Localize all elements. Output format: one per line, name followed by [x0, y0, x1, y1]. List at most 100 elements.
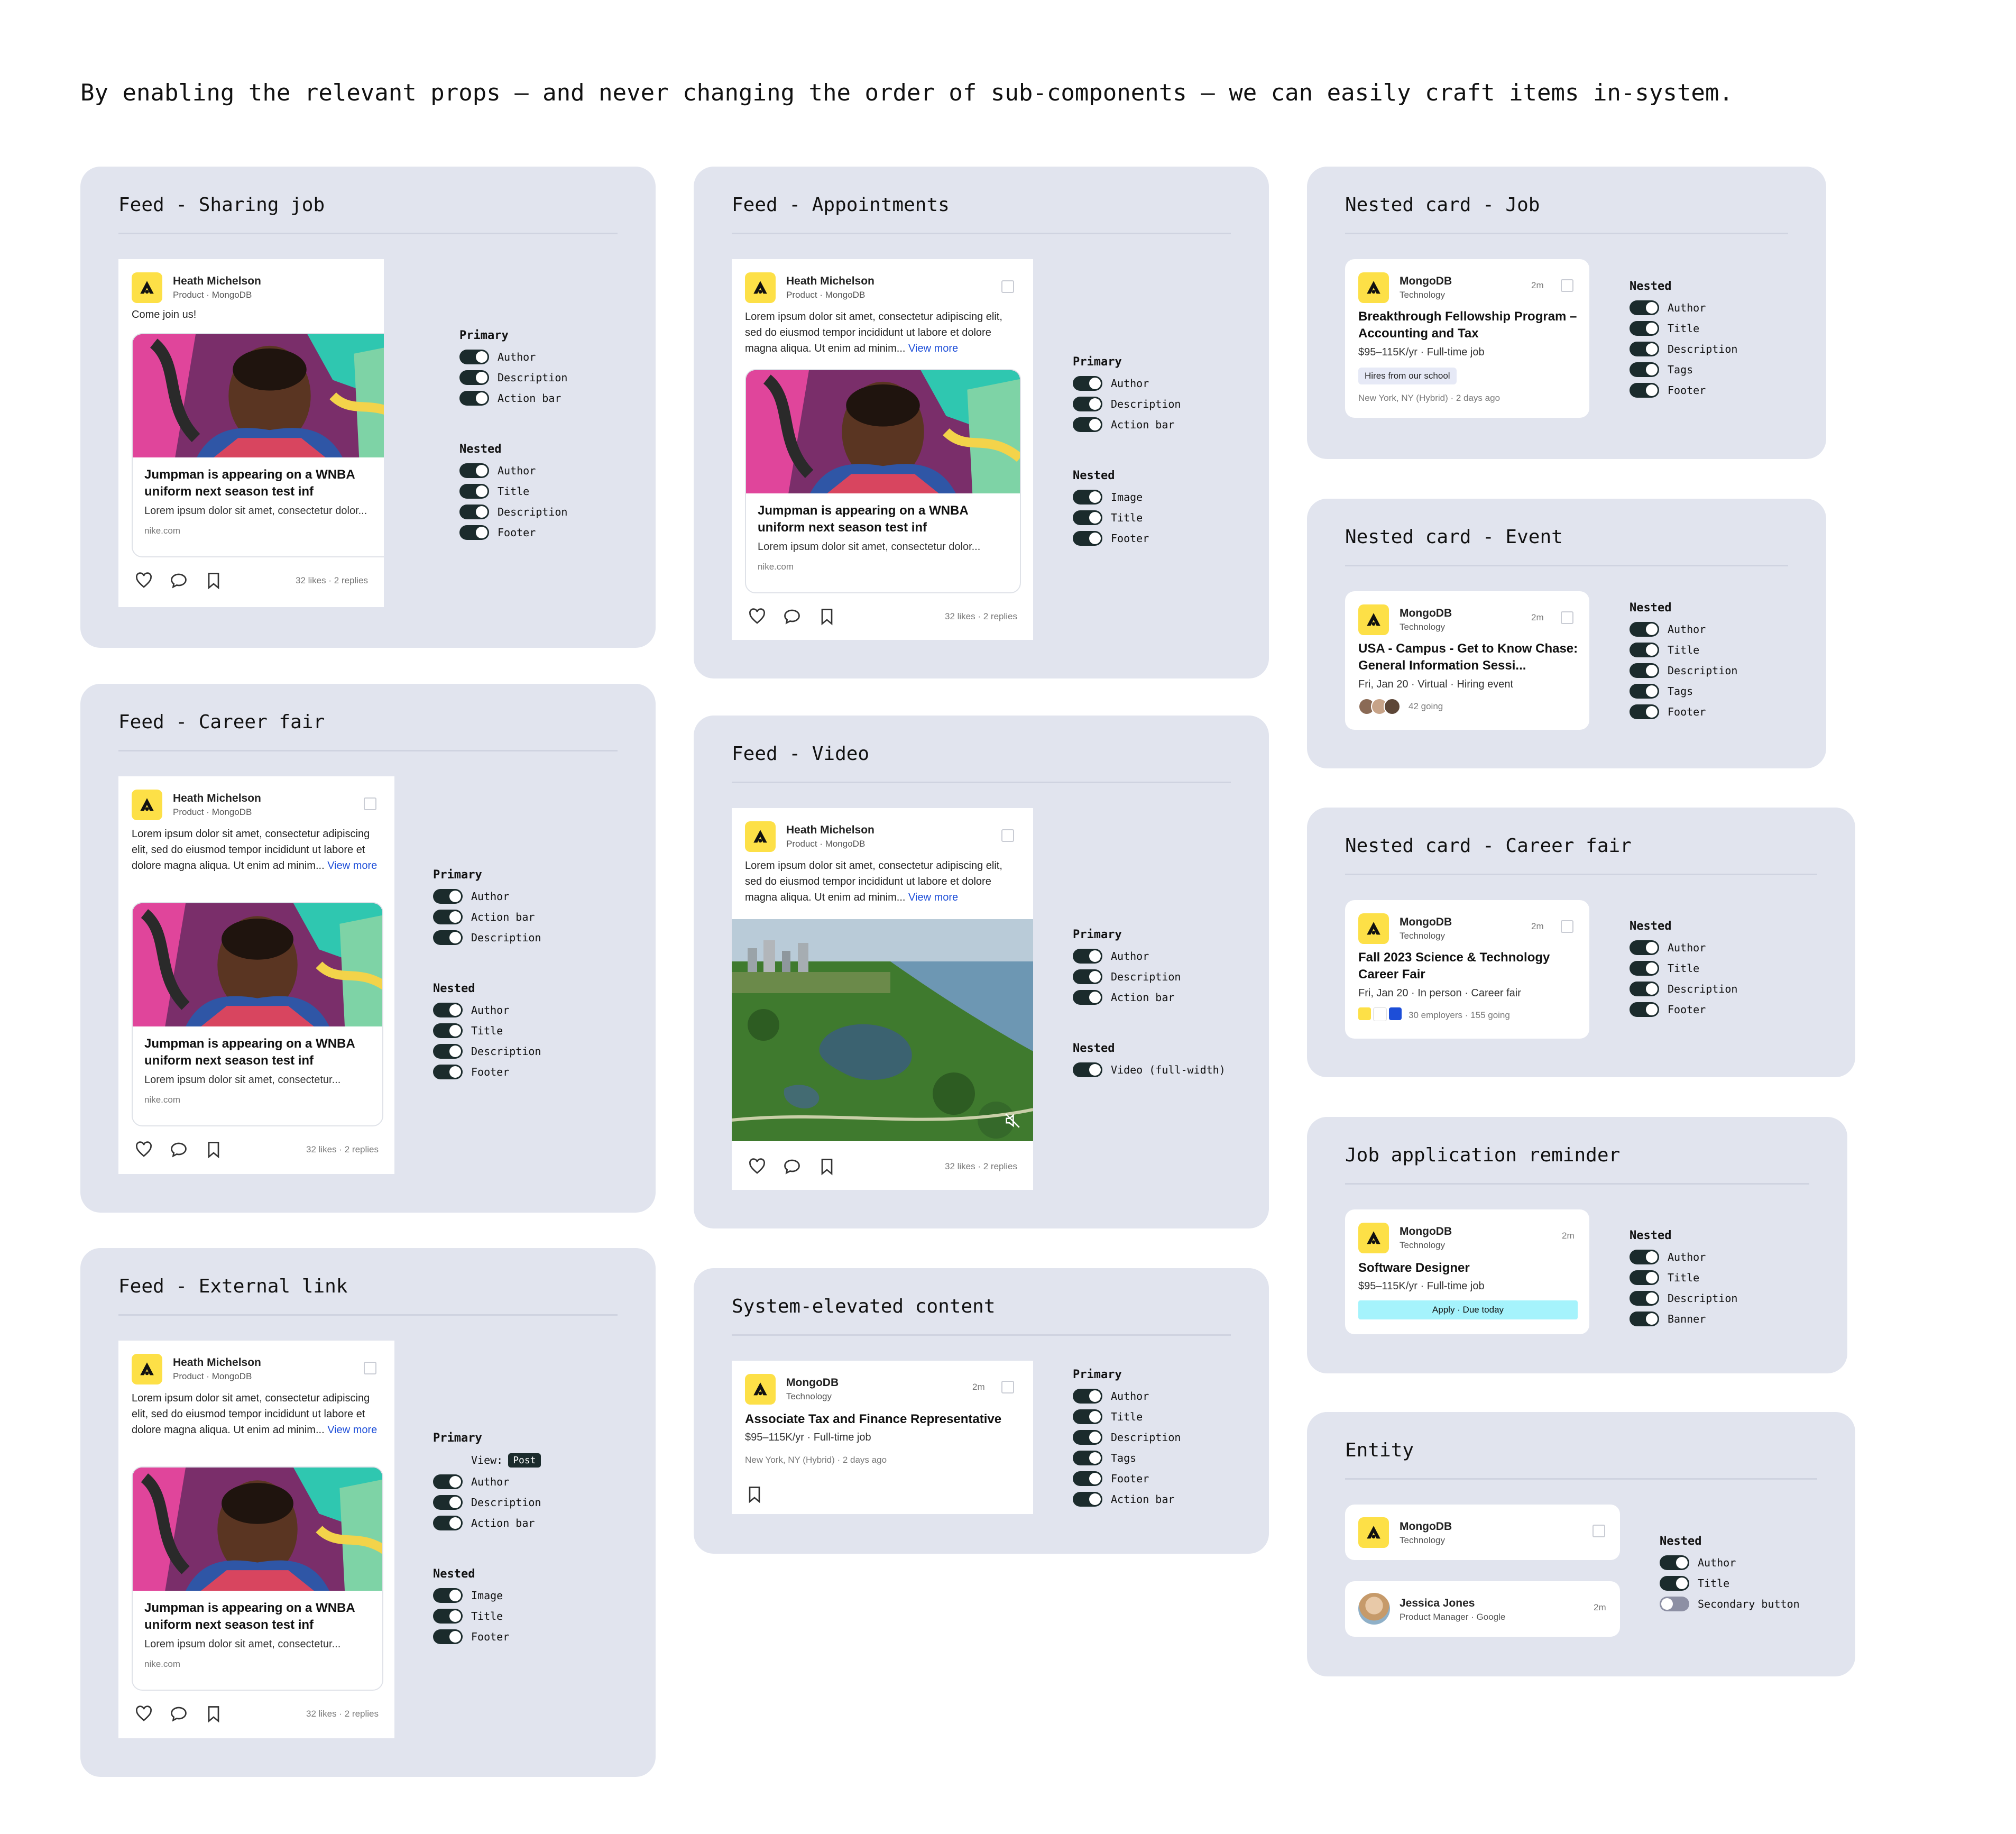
toggle-row[interactable]: Description — [1630, 1288, 1737, 1308]
heart-icon[interactable] — [134, 1704, 153, 1723]
checkbox-icon[interactable] — [1001, 1381, 1014, 1393]
toggle-switch[interactable] — [1630, 1002, 1659, 1017]
job-title[interactable]: Breakthrough Fellowship Program – Accoun… — [1358, 308, 1580, 342]
toggle-switch[interactable] — [433, 1494, 463, 1510]
apply-banner[interactable]: Apply · Due today — [1358, 1300, 1578, 1319]
toggle-row[interactable]: Author — [1073, 946, 1181, 966]
toggle-switch[interactable] — [1630, 1311, 1659, 1326]
toggle-row[interactable]: Action bar — [459, 388, 567, 408]
heart-icon[interactable] — [748, 1157, 767, 1176]
view-more-link[interactable]: View more — [908, 892, 958, 903]
toggle-row[interactable]: Title — [1073, 1406, 1181, 1427]
toggle-row[interactable]: Tags — [1073, 1447, 1181, 1468]
toggle-row[interactable]: Title — [1630, 958, 1737, 978]
toggle-switch[interactable] — [1073, 1450, 1102, 1465]
feed-card[interactable]: Heath Michelson Product · MongoDB Lorem … — [732, 259, 1033, 640]
toggle-row[interactable]: Description — [1630, 660, 1737, 681]
job-title[interactable]: Software Designer — [1358, 1260, 1580, 1277]
toggle-row[interactable]: Image — [1073, 487, 1149, 507]
post-stats[interactable]: 32 likes · 2 replies — [306, 1709, 379, 1719]
toggle-switch[interactable] — [433, 1629, 463, 1644]
toggle-row[interactable]: Action bar — [433, 906, 541, 927]
nested-card[interactable]: Jumpman is appearing on a WNBA uniform n… — [745, 369, 1021, 593]
toggle-switch[interactable] — [1073, 1388, 1102, 1404]
checkbox-icon[interactable] — [364, 1362, 376, 1374]
toggle-switch[interactable] — [433, 1608, 463, 1624]
toggle-row[interactable]: Author — [1630, 1246, 1737, 1267]
feed-card[interactable]: Heath Michelson Product · MongoDB Lorem … — [118, 1341, 394, 1738]
toggle-row[interactable]: Title — [1630, 1267, 1737, 1288]
comment-icon[interactable] — [169, 1704, 188, 1723]
company-name[interactable]: MongoDB — [1400, 607, 1452, 620]
view-more-link[interactable]: View more — [327, 860, 377, 872]
comment-icon[interactable] — [169, 1140, 188, 1159]
toggle-row[interactable]: Footer — [1630, 701, 1737, 722]
toggle-row[interactable]: Author — [1630, 619, 1737, 639]
bookmark-icon[interactable] — [204, 571, 223, 590]
event-card[interactable]: MongoDB Technology 2m USA - Campus - Get… — [1345, 591, 1589, 730]
toggle-row[interactable]: Footer — [1630, 999, 1737, 1020]
toggle-row[interactable]: Description — [433, 1041, 541, 1061]
toggle-switch[interactable] — [459, 525, 489, 540]
toggle-row[interactable]: Author — [1660, 1552, 1800, 1573]
toggle-switch[interactable] — [1073, 417, 1102, 432]
career-fair-card[interactable]: MongoDB Technology 2m Fall 2023 Science … — [1345, 900, 1589, 1039]
checkbox-icon[interactable] — [1592, 1525, 1605, 1537]
toggle-switch[interactable] — [433, 1515, 463, 1530]
toggle-switch[interactable] — [433, 1002, 463, 1017]
toggle-switch[interactable] — [459, 370, 489, 385]
toggle-switch[interactable] — [1073, 530, 1102, 546]
toggle-switch[interactable] — [459, 349, 489, 364]
comment-icon[interactable] — [783, 1157, 802, 1176]
author-name[interactable]: Heath Michelson — [173, 275, 261, 288]
toggle-switch[interactable] — [1073, 1062, 1102, 1077]
checkbox-icon[interactable] — [1561, 920, 1573, 933]
toggle-switch[interactable] — [1660, 1555, 1689, 1570]
toggle-switch[interactable] — [1073, 489, 1102, 505]
toggle-row[interactable]: Image — [433, 1585, 509, 1606]
toggle-switch[interactable] — [433, 1474, 463, 1489]
toggle-row[interactable]: Footer — [433, 1061, 541, 1082]
toggle-switch[interactable] — [1660, 1575, 1689, 1591]
author-name[interactable]: Heath Michelson — [173, 792, 261, 805]
toggle-row[interactable]: Author — [433, 999, 541, 1020]
toggle-row[interactable]: Author — [1073, 1386, 1181, 1406]
toggle-row[interactable]: Description — [459, 367, 567, 388]
toggle-switch[interactable] — [459, 463, 489, 478]
career-fair-title[interactable]: Fall 2023 Science & Technology Career Fa… — [1358, 949, 1580, 983]
toggle-row[interactable]: Description — [1073, 1427, 1181, 1447]
nested-card[interactable]: Jumpman is appearing on a WNBA uniform n… — [132, 1466, 383, 1691]
toggle-switch[interactable] — [1630, 663, 1659, 678]
toggle-switch[interactable] — [433, 1043, 463, 1059]
toggle-switch[interactable] — [1073, 1409, 1102, 1424]
company-name[interactable]: MongoDB — [1400, 1520, 1452, 1533]
job-card[interactable]: MongoDB Technology 2m Breakthrough Fello… — [1345, 259, 1589, 418]
toggle-row[interactable]: Description — [1630, 338, 1737, 359]
toggle-row[interactable]: Author — [1630, 937, 1737, 958]
company-name[interactable]: MongoDB — [1400, 916, 1452, 929]
view-more-link[interactable]: View more — [908, 343, 958, 354]
toggle-row[interactable]: Title — [1630, 318, 1737, 338]
author-name[interactable]: Heath Michelson — [786, 275, 874, 288]
toggle-switch[interactable] — [433, 909, 463, 924]
toggle-switch[interactable] — [1073, 510, 1102, 525]
company-name[interactable]: MongoDB — [1400, 275, 1452, 288]
toggle-switch[interactable] — [1630, 683, 1659, 699]
toggle-row[interactable]: Description — [433, 1492, 541, 1512]
heart-icon[interactable] — [134, 571, 153, 590]
mute-icon[interactable] — [1004, 1112, 1021, 1130]
toggle-row[interactable]: Author — [433, 886, 541, 906]
toggle-row[interactable]: Footer — [1630, 380, 1737, 400]
toggle-row[interactable]: Author — [459, 346, 567, 367]
toggle-switch[interactable] — [433, 888, 463, 904]
toggle-switch[interactable] — [1073, 1471, 1102, 1486]
toggle-row[interactable]: Title — [433, 1606, 509, 1626]
toggle-row[interactable]: Author — [459, 460, 567, 481]
toggle-switch[interactable] — [433, 1064, 463, 1079]
toggle-row[interactable]: Action bar — [1073, 1489, 1181, 1509]
toggle-switch[interactable] — [1073, 375, 1102, 391]
toggle-switch[interactable] — [1073, 1429, 1102, 1445]
author-name[interactable]: Heath Michelson — [786, 824, 874, 837]
toggle-row[interactable]: Author — [1630, 297, 1737, 318]
toggle-row[interactable]: Action bar — [1073, 987, 1181, 1007]
